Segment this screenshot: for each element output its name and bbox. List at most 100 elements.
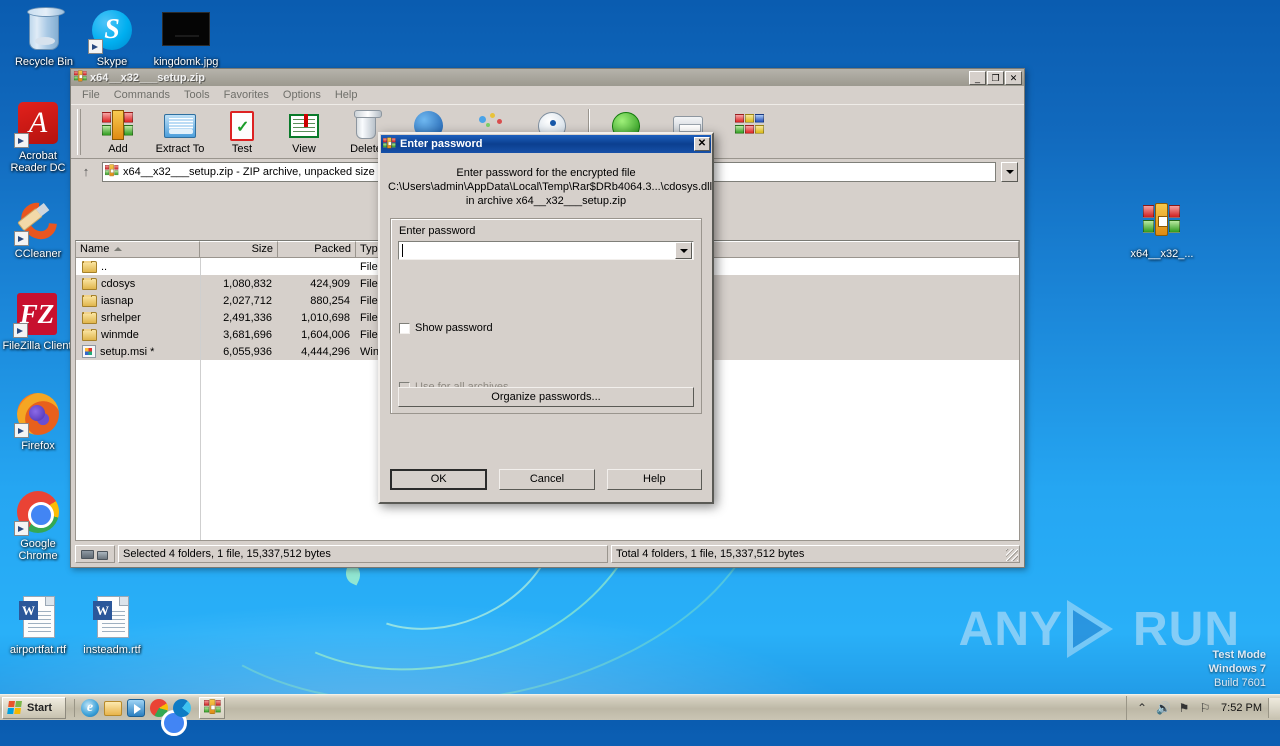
enter-password-dialog: Enter password ✕ Enter password for the … — [378, 132, 714, 504]
winrar-archive-icon — [203, 698, 221, 716]
menu-commands[interactable]: Commands — [107, 87, 177, 103]
menu-tools[interactable]: Tools — [177, 87, 217, 103]
file-name-cell: iasnap — [76, 294, 200, 307]
desktop-icon-x64-x32-setup-zip[interactable]: x64__x32_... — [1126, 198, 1198, 260]
skype-icon: S — [88, 6, 136, 54]
action-center-icon[interactable]: ⚑ — [1177, 701, 1191, 715]
file-name-cell: cdosys — [76, 277, 200, 290]
windows-logo-icon — [7, 700, 24, 715]
test-archive-icon — [225, 110, 259, 142]
show-password-label: Show password — [415, 322, 493, 334]
view-file-icon — [287, 110, 321, 142]
toolbar-label: Add — [108, 143, 128, 155]
message-line-3: in archive x64__x32___setup.zip — [465, 195, 627, 207]
filezilla-icon: FZ — [13, 290, 61, 338]
show-password-row[interactable]: Show password — [399, 322, 493, 334]
toolbar-label: Extract To — [155, 143, 205, 155]
dialog-button-row: OK Cancel Help — [390, 469, 702, 490]
file-size-cell: 2,491,336 — [223, 311, 272, 324]
volume-icon[interactable]: 🔊 — [1156, 701, 1171, 715]
file-packed-cell: 880,254 — [310, 294, 350, 307]
desktop-icon-label: Firefox — [21, 440, 55, 452]
show-password-checkbox[interactable] — [399, 322, 410, 334]
chrome-icon — [14, 488, 62, 536]
close-button[interactable]: ✕ — [1005, 70, 1022, 85]
folder-icon — [82, 311, 97, 324]
chevron-down-icon[interactable] — [1001, 161, 1018, 182]
start-label: Start — [27, 701, 53, 714]
help-button[interactable]: Help — [606, 469, 702, 490]
toolbar-extract-to-button[interactable]: Extract To — [149, 109, 211, 155]
desktop-icon-google-chrome[interactable]: Google Chrome — [2, 488, 74, 562]
network-icon[interactable]: ⚐ — [1198, 701, 1212, 715]
list-column-divider — [200, 258, 201, 540]
winrar-title-bar[interactable]: x64__x32___setup.zip _ ❐ ✕ — [71, 69, 1024, 86]
password-input-wrapper[interactable] — [398, 241, 694, 260]
test-mode-watermark: Test Mode Windows 7 Build 7601 — [1209, 648, 1266, 690]
desktop-icon-label: CCleaner — [14, 248, 62, 260]
maximize-button[interactable]: ❐ — [987, 70, 1004, 85]
column-header-size[interactable]: Size — [200, 241, 278, 257]
file-name-cell: winmde — [76, 328, 200, 341]
desktop-icon-airportfat-rtf[interactable]: W airportfat.rtf — [2, 594, 74, 656]
desktop-icon-label: x64__x32_... — [1130, 248, 1194, 260]
toolbar-test-button[interactable]: Test — [211, 109, 273, 155]
clock[interactable]: 7:52 PM — [1221, 702, 1262, 714]
toolbar-add-button[interactable]: Add — [87, 109, 149, 155]
toolbar-self-extract-button[interactable] — [719, 109, 781, 142]
resize-grip[interactable] — [1006, 549, 1018, 561]
desktop-icon-acrobat-reader[interactable]: A Acrobat Reader DC — [2, 100, 74, 174]
show-desktop-button[interactable] — [1268, 697, 1280, 718]
desktop-icon-label: Recycle Bin — [14, 56, 74, 68]
internet-explorer-icon[interactable] — [81, 698, 99, 717]
file-size-cell: 6,055,936 — [223, 345, 272, 358]
menu-file[interactable]: File — [75, 87, 107, 103]
play-triangle-icon — [1067, 600, 1129, 658]
desktop-icon-insteadm-rtf[interactable]: W insteadm.rtf — [76, 594, 148, 656]
winrar-archive-icon — [105, 164, 119, 178]
file-packed-cell: 4,444,296 — [301, 345, 350, 358]
watermark-any: ANY — [958, 602, 1063, 656]
winrar-taskbar-button[interactable] — [199, 696, 225, 719]
desktop-icon-label: Google Chrome — [18, 538, 58, 562]
rtf-document-icon: W — [88, 594, 136, 642]
desktop-icon-firefox[interactable]: Firefox — [2, 390, 74, 452]
close-icon[interactable]: ✕ — [694, 137, 710, 151]
minimize-button[interactable]: _ — [969, 70, 986, 85]
cancel-button[interactable]: Cancel — [499, 469, 595, 490]
desktop-icon-skype[interactable]: S Skype — [76, 6, 148, 68]
password-input[interactable] — [403, 243, 675, 258]
winrar-title-text: x64__x32___setup.zip — [90, 71, 205, 84]
file-packed-cell: 1,604,006 — [301, 328, 350, 341]
ok-button[interactable]: OK — [390, 469, 488, 490]
organize-passwords-button[interactable]: Organize passwords... — [398, 387, 694, 407]
chevron-down-icon[interactable] — [675, 242, 692, 259]
dialog-title-bar[interactable]: Enter password ✕ — [381, 135, 711, 153]
chrome-icon[interactable] — [150, 698, 187, 736]
sort-ascending-icon — [114, 247, 123, 252]
menu-options[interactable]: Options — [276, 87, 328, 103]
menu-favorites[interactable]: Favorites — [217, 87, 276, 103]
desktop-icon-recycle-bin[interactable]: Recycle Bin — [8, 6, 80, 68]
start-button[interactable]: Start — [2, 696, 66, 719]
media-player-icon[interactable] — [127, 698, 145, 717]
desktop-icon-ccleaner[interactable]: CCleaner — [2, 195, 74, 260]
up-arrow-icon[interactable]: ↑ — [75, 162, 97, 182]
dialog-message: Enter password for the encrypted file C:… — [380, 154, 712, 218]
desktop-icon-filezilla[interactable]: FZ FileZilla Client — [1, 290, 73, 352]
folder-up-icon — [82, 260, 97, 273]
image-file-icon — [162, 6, 210, 54]
toolbar-view-button[interactable]: View — [273, 109, 335, 155]
status-selected-text: Selected 4 folders, 1 file, 15,337,512 b… — [118, 545, 608, 563]
column-header-packed[interactable]: Packed — [278, 241, 356, 257]
column-header-name[interactable]: Name — [76, 241, 200, 257]
edge-icon[interactable] — [173, 698, 191, 717]
show-hidden-icons-button[interactable]: ⌃ — [1135, 701, 1149, 715]
desktop-icon-label: insteadm.rtf — [83, 644, 141, 656]
firefox-icon — [14, 390, 62, 438]
toolbar-grip[interactable] — [77, 109, 81, 155]
menu-help[interactable]: Help — [328, 87, 365, 103]
file-name-cell: setup.msi * — [76, 345, 200, 358]
windows-explorer-icon[interactable] — [104, 699, 122, 717]
desktop-icon-kingdomk-jpg[interactable]: kingdomk.jpg — [150, 6, 222, 68]
